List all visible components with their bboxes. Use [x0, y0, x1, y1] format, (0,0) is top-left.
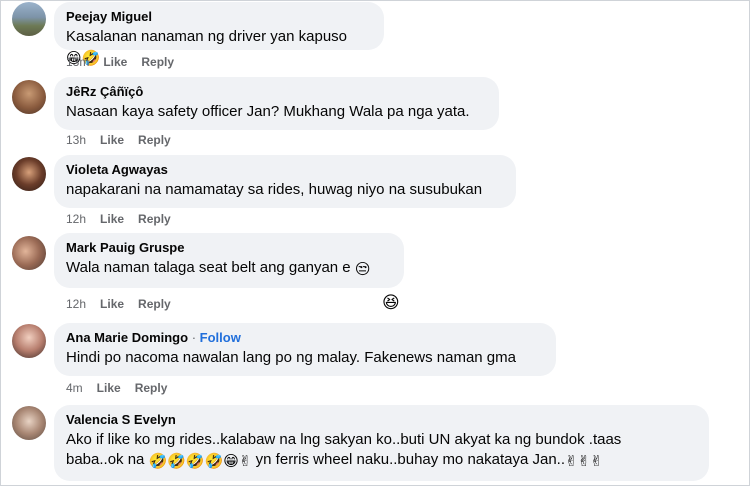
like-button[interactable]: Like — [100, 133, 124, 147]
like-button[interactable]: Like — [100, 212, 124, 226]
comment-bubble: Mark Pauig Gruspe Wala naman talaga seat… — [54, 233, 404, 288]
like-button[interactable]: Like — [97, 381, 121, 395]
comment-time[interactable]: 13m — [66, 55, 89, 69]
emoji: 🤣🤣🤣🤣😁✌ — [148, 453, 252, 470]
comment-time[interactable]: 12h — [66, 212, 86, 226]
comment-time[interactable]: 12h — [66, 297, 86, 311]
reply-button[interactable]: Reply — [141, 55, 174, 69]
commenter-name[interactable]: Mark Pauig Gruspe — [66, 239, 392, 256]
reaction-icon[interactable]: 😆 — [382, 293, 400, 313]
comment-text: Nasaan kaya safety officer Jan? Mukhang … — [66, 103, 470, 120]
comment-text: Ako if like ko mg rides..kalabaw na lng … — [66, 430, 697, 472]
comment-text-body: Kasalanan nanaman ng driver yan kapuso — [66, 28, 348, 45]
like-button[interactable]: Like — [100, 297, 124, 311]
comment-text-body: yn ferris wheel naku..buhay mo nakataya … — [255, 451, 566, 468]
comment-bubble: JêRz Çâñïçô Nasaan kaya safety officer J… — [54, 77, 499, 130]
commenter-name[interactable]: Ana Marie Domingo — [66, 330, 188, 345]
comment-bubble: Peejay Miguel Kasalanan nanaman ng drive… — [54, 2, 384, 67]
comment-text: Hindi po nacoma nawalan lang po ng malay… — [66, 349, 516, 366]
comment-bubble: Ana Marie Domingo · Follow Hindi po naco… — [54, 323, 556, 376]
avatar[interactable] — [12, 406, 46, 440]
reply-button[interactable]: Reply — [138, 212, 171, 226]
commenter-name[interactable]: Valencia S Evelyn — [66, 411, 697, 428]
reply-button[interactable]: Reply — [138, 133, 171, 147]
like-button[interactable]: Like — [103, 55, 127, 69]
comment-time[interactable]: 4m — [66, 381, 83, 395]
commenter-name[interactable]: Peejay Miguel — [66, 8, 372, 25]
commenter-name[interactable]: JêRz Çâñïçô — [66, 83, 487, 100]
reply-button[interactable]: Reply — [135, 381, 168, 395]
comment-actions: 13h Like Reply — [66, 133, 185, 147]
separator-dot: · — [191, 330, 197, 345]
comment-text-body: baba..ok na — [66, 451, 145, 468]
comment-text-body: Wala naman talaga seat belt ang ganyan e — [66, 259, 351, 276]
comment-text-line: Ako if like ko mg rides..kalabaw na lng … — [66, 431, 622, 448]
comment-actions: 12h Like Reply — [66, 297, 185, 311]
follow-button[interactable]: Follow — [200, 330, 241, 345]
comment-text: Wala naman talaga seat belt ang ganyan e… — [66, 258, 392, 280]
commenter-name[interactable]: Violeta Agwayas — [66, 161, 504, 178]
avatar[interactable] — [12, 80, 46, 114]
comment-bubble: Valencia S Evelyn Ako if like ko mg ride… — [54, 405, 709, 481]
emoji: 😒 — [354, 261, 371, 278]
reply-button[interactable]: Reply — [138, 297, 171, 311]
avatar[interactable] — [12, 324, 46, 358]
emoji: ✌✌✌ — [565, 453, 603, 470]
comment-actions: 4m Like Reply — [66, 381, 181, 395]
comment-text: napakarani na namamatay sa rides, huwag … — [66, 181, 483, 198]
comment-bubble: Violeta Agwayas napakarani na namamatay … — [54, 155, 516, 208]
avatar[interactable] — [12, 236, 46, 270]
comment-actions: 12h Like Reply — [66, 212, 185, 226]
commenter-name-row: Ana Marie Domingo · Follow — [66, 329, 544, 346]
comment-time[interactable]: 13h — [66, 133, 86, 147]
comment-actions: 13m Like Reply — [66, 55, 188, 69]
avatar[interactable] — [12, 157, 46, 191]
avatar[interactable] — [12, 2, 46, 36]
comment-text-line: baba..ok na 🤣🤣🤣🤣😁✌ yn ferris wheel naku.… — [66, 450, 697, 472]
